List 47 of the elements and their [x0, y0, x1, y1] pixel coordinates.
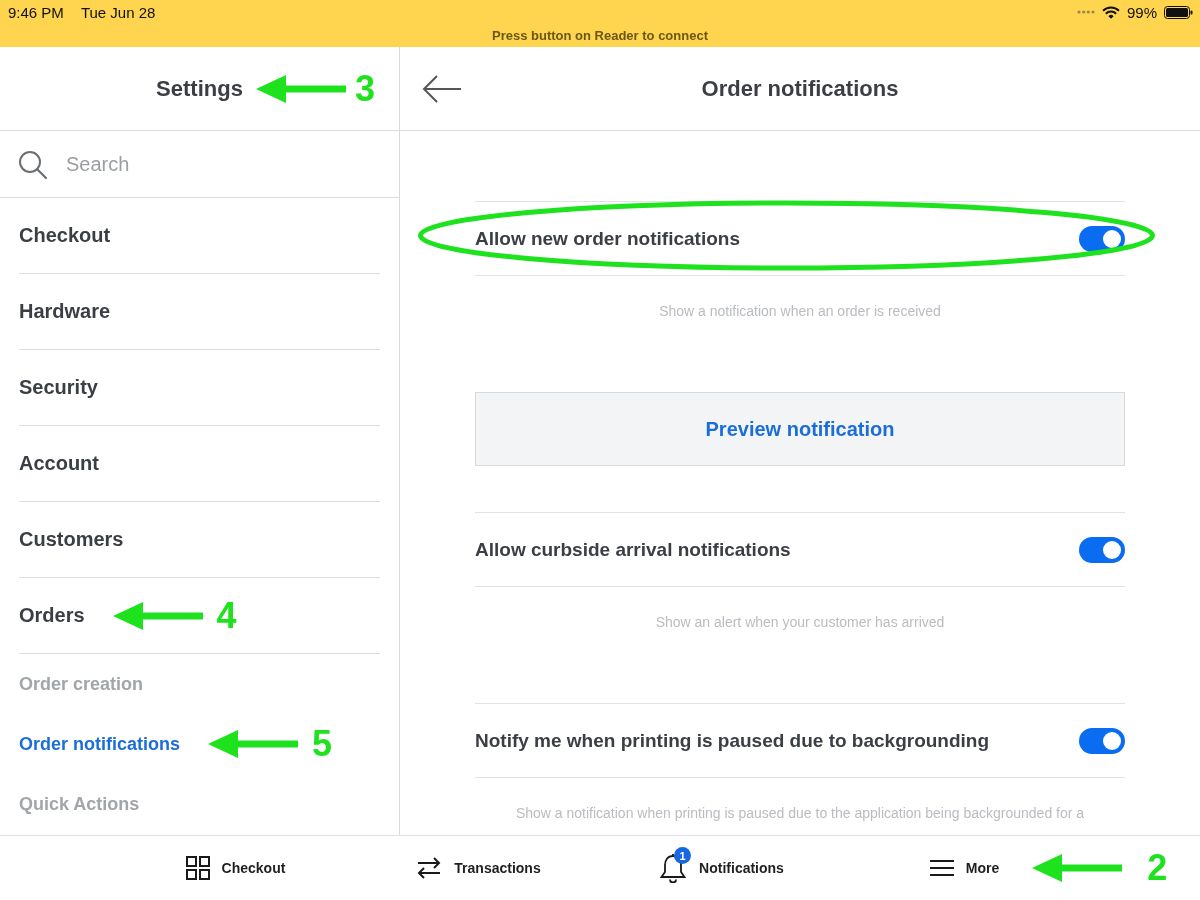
annotation-number: 3	[354, 70, 375, 107]
annotation-arrow-icon	[112, 600, 203, 631]
battery-icon	[1164, 5, 1193, 19]
bell-icon	[659, 853, 688, 883]
search-icon	[18, 149, 47, 179]
banner-message: Press button on Reader to connect	[492, 28, 708, 43]
swap-arrows-icon	[416, 857, 443, 879]
notification-count: 1	[674, 847, 692, 864]
sidebar-item[interactable]: Security	[19, 376, 98, 399]
preview-button[interactable]: Preview notification	[475, 392, 1125, 466]
sidebar-item[interactable]: Orders	[19, 604, 85, 627]
annotation-number: 4	[216, 597, 237, 634]
sidebar-item[interactable]: Customers	[19, 528, 124, 551]
page-title: Order notifications	[701, 75, 899, 102]
setting-description: Show a notification when an order is received	[659, 303, 941, 319]
wifi-icon	[1101, 5, 1120, 19]
back-arrow-icon	[422, 73, 462, 104]
back-button[interactable]	[422, 73, 462, 104]
setting-label: Allow curbside arrival notifications	[475, 538, 791, 561]
toggle-switch[interactable]	[1079, 727, 1125, 754]
tab-bar-item[interactable]: Checkout	[185, 850, 286, 886]
sidebar-item[interactable]: Order notifications	[19, 733, 180, 755]
tab-bar-item[interactable]: 1 Notifications	[659, 847, 784, 889]
annotation-number: 2	[1147, 850, 1168, 886]
signal-dots-icon	[1076, 10, 1095, 14]
annotation-arrow-icon	[208, 729, 298, 759]
toggle-switch[interactable]	[1079, 536, 1125, 563]
menu-icon	[929, 859, 954, 877]
setting-label: Notify me when printing is paused due to backgrounding	[475, 729, 990, 752]
toggle-switch[interactable]	[1079, 225, 1125, 252]
sidebar-item[interactable]: Hardware	[19, 300, 111, 323]
tab-bar-item[interactable]: Transactions	[416, 851, 541, 885]
annotation-arrow-icon	[255, 73, 346, 104]
sidebar-title: Settings	[156, 75, 243, 102]
tab-bar-item[interactable]: More	[929, 853, 1000, 883]
status-time: 9:46 PM	[8, 3, 64, 21]
annotation-number: 5	[312, 726, 333, 762]
sidebar-item[interactable]: Account	[19, 452, 99, 475]
search-field[interactable]: Search	[66, 148, 381, 180]
setting-description: Show a notification when printing is paused due to the application being backgrounded for a	[515, 805, 1085, 821]
annotation-arrow-icon	[1032, 853, 1123, 883]
setting-description: Show an alert when your customer has arrived	[655, 614, 945, 630]
grid-icon	[185, 856, 210, 880]
setting-label: Allow new order notifications	[475, 227, 740, 250]
status-date: Tue Jun 28	[80, 3, 156, 21]
battery-percentage: 99%	[1126, 3, 1157, 21]
sidebar-item[interactable]: Checkout	[19, 224, 111, 247]
